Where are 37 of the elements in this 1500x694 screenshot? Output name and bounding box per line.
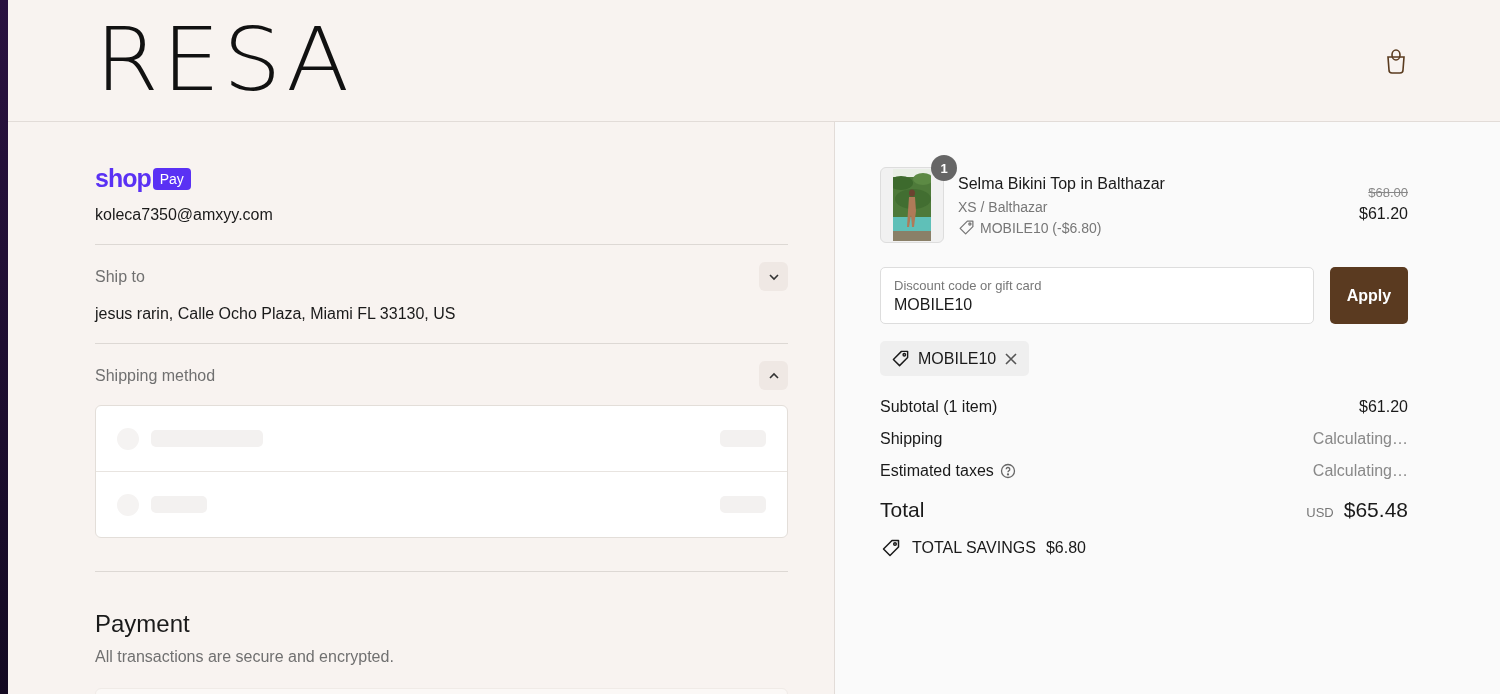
help-icon[interactable]	[999, 463, 1016, 479]
total-amount: $65.48	[1343, 498, 1408, 521]
original-price: $68.00	[1367, 185, 1408, 200]
discount-code: MOBILE10	[918, 349, 997, 368]
address-text: jesus rarin, Calle Ocho Plaza, Miami FL 33130, US	[95, 305, 457, 323]
chevron-button[interactable]	[759, 361, 788, 390]
total-label: Total	[880, 498, 925, 522]
product-variant: XS / Balthazar	[958, 199, 1049, 215]
tag-icon	[880, 538, 902, 558]
tag-icon	[891, 349, 910, 368]
tag-icon	[958, 219, 975, 236]
discount-code-field[interactable]: Discount code or gift card MOBILE10	[880, 267, 1314, 324]
shop-pay-logo: shop Pay	[95, 164, 788, 193]
email-text: koleca7350@amxyy.com	[95, 206, 788, 245]
summary-value: Calculating…	[1312, 462, 1408, 480]
shopping-bag-icon[interactable]	[1384, 47, 1408, 74]
savings-label: TOTAL SAVINGS	[912, 539, 1036, 557]
section-label: Shipping method	[95, 366, 216, 385]
summary-label: Shipping	[880, 430, 943, 448]
quantity-badge: 1	[931, 155, 957, 181]
section-title: Payment	[95, 610, 191, 638]
discount-code-input[interactable]: MOBILE10	[894, 296, 1300, 314]
savings-amount: $6.80	[1045, 539, 1086, 557]
product-price: $61.20	[1359, 205, 1408, 223]
chevron-button[interactable]	[759, 262, 788, 291]
summary-label: Estimated taxes	[880, 462, 994, 480]
summary-value: Calculating…	[1312, 430, 1408, 448]
summary-label: Subtotal (1 item)	[880, 398, 998, 416]
summary-value: $61.20	[1359, 398, 1408, 416]
apply-button[interactable]: Apply	[1330, 267, 1408, 324]
section-label: Ship to	[95, 267, 145, 286]
close-icon[interactable]	[1004, 351, 1019, 366]
product-title: Selma Bikini Top in Balthazar	[958, 175, 1166, 193]
currency-code: USD	[1306, 505, 1334, 520]
discount-text: MOBILE10 (-$6.80)	[980, 219, 1102, 236]
security-note: All transactions are secure and encrypted.	[95, 648, 395, 666]
store-logo[interactable]: RESA	[95, 16, 353, 105]
